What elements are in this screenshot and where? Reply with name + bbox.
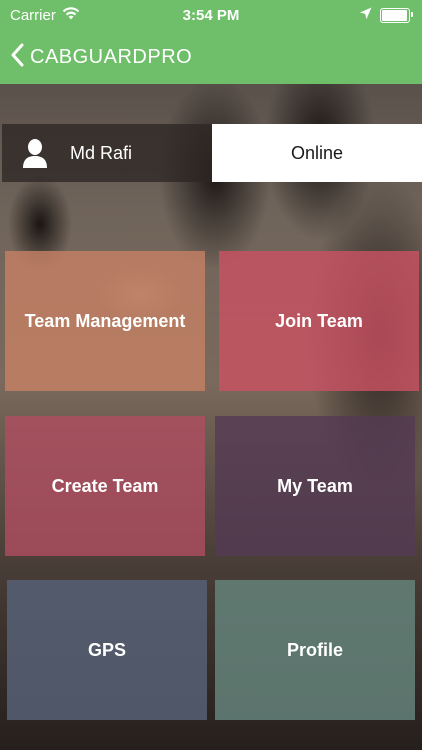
status-left: Carrier xyxy=(0,7,80,24)
chevron-left-icon xyxy=(10,43,24,72)
back-label: CABGUARDPRO xyxy=(30,46,193,68)
person-icon xyxy=(22,138,48,168)
battery-icon xyxy=(380,8,413,23)
profile-tile[interactable]: Profile xyxy=(215,580,415,720)
status-right xyxy=(359,7,422,24)
back-button[interactable]: CABGUARDPRO xyxy=(0,43,192,72)
join-team-tile[interactable]: Join Team xyxy=(219,251,419,391)
battery-tip xyxy=(411,12,413,17)
location-arrow-icon xyxy=(359,7,372,24)
gps-tile[interactable]: GPS xyxy=(7,580,207,720)
create-team-tile[interactable]: Create Team xyxy=(5,416,205,556)
status-bar: Carrier 3:54 PM xyxy=(0,0,422,31)
carrier-label: Carrier xyxy=(10,7,56,24)
my-team-tile[interactable]: My Team xyxy=(215,416,415,556)
nav-bar: CABGUARDPRO xyxy=(0,31,422,84)
online-status-button[interactable]: Online xyxy=(212,124,422,182)
user-name: Md Rafi xyxy=(70,142,133,163)
wifi-icon xyxy=(62,7,80,24)
battery-fill xyxy=(382,10,407,21)
user-info: Md Rafi xyxy=(2,124,212,182)
team-management-tile[interactable]: Team Management xyxy=(5,251,205,391)
